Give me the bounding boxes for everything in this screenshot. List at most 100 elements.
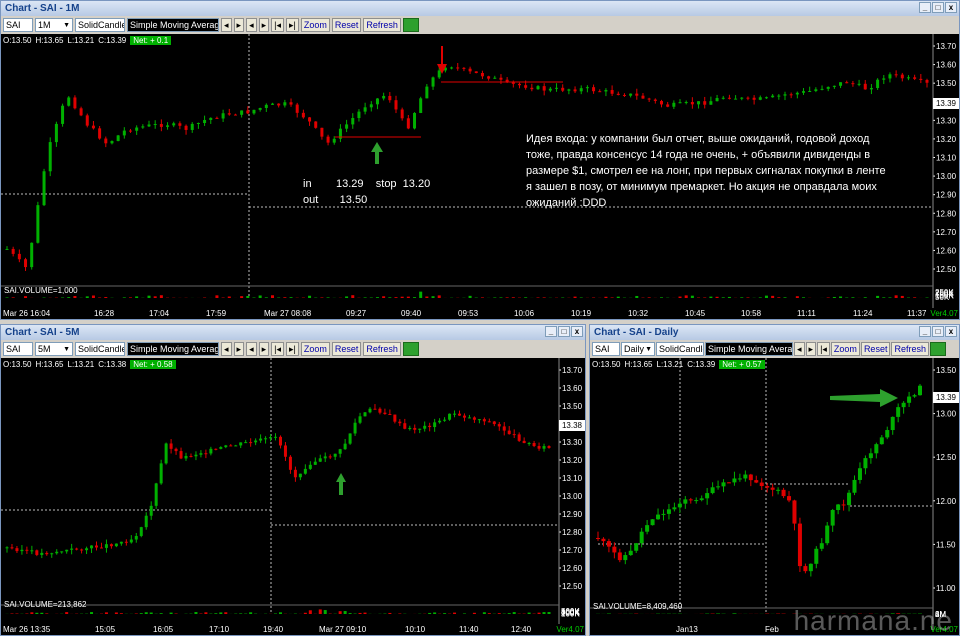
nav-left-button[interactable]: ◂ [221,18,232,32]
candle [612,546,617,553]
study-select[interactable]: Simple Moving Average▼ [127,18,219,32]
candle [383,412,387,415]
candle [431,77,435,87]
candle [606,541,611,547]
candle [85,115,89,126]
candle [318,458,322,462]
volume-bar [35,612,39,614]
volume-bar [678,296,682,298]
scroll-end-button[interactable]: ▸| [285,342,299,356]
nav-right-button[interactable]: ▸ [233,18,245,32]
candle [777,95,781,97]
zoom-button[interactable]: Zoom [300,342,330,356]
reset-button[interactable]: Reset [331,18,362,32]
zoom-button[interactable]: Zoom [830,342,860,356]
reset-button[interactable]: Reset [331,342,362,356]
maximize-button[interactable]: □ [932,326,944,337]
nav-left-button[interactable]: ◂ [794,342,805,356]
minimize-button[interactable]: _ [545,326,557,337]
close-button[interactable]: x [571,326,583,337]
nav-left-button[interactable]: ◂ [221,342,232,356]
volume-bar [343,611,347,614]
candle [264,438,268,440]
candle [264,104,268,108]
candle [825,525,830,544]
volume-bar [358,612,362,614]
price-chart-5m[interactable]: 13.7013.6013.5013.4013.3013.2013.1013.00… [1,358,585,625]
chart-type-select[interactable]: SolidCandle▼ [75,342,125,356]
symbol-input[interactable]: SAI [592,342,620,356]
candle [343,443,347,450]
chart-settings-icon[interactable] [929,342,946,356]
volume-bar [128,297,132,298]
study-select[interactable]: Simple Moving Average▼ [705,342,793,356]
candle [423,425,427,429]
refresh-button[interactable]: Refresh [891,342,929,356]
scroll-left-button[interactable]: ◂ [246,342,257,356]
scroll-right-button[interactable]: ▸ [258,342,270,356]
scroll-end-button[interactable]: ▸| [285,18,299,32]
minimize-button[interactable]: _ [919,326,931,337]
interval-select[interactable]: 1M ▼ [35,18,73,32]
scroll-start-button[interactable]: |◂ [271,342,284,356]
volume-bar [832,296,836,298]
zoom-button[interactable]: Zoom [300,18,330,32]
scroll-left-button[interactable]: ◂ [246,18,257,32]
price-chart-daily[interactable]: 13.5013.0012.5012.0011.5011.006M4M2M [590,358,959,625]
symbol-input[interactable]: SAI [3,18,33,32]
volume-bar [537,612,541,614]
nav-right-button[interactable]: ▸ [233,342,245,356]
interval-select[interactable]: 5M ▼ [35,342,73,356]
candle [814,89,818,91]
volume-bar [437,295,441,298]
candle [857,83,861,85]
nav-right-button[interactable]: ▸ [805,342,817,356]
highlight-arrow-icon [830,389,898,407]
symbol-input[interactable]: SAI [3,342,33,356]
chart-settings-icon[interactable] [402,18,419,32]
close-button[interactable]: x [945,2,957,13]
chart-type-select[interactable]: SolidCandle▼ [75,18,125,32]
candle [373,408,377,410]
candle [748,474,753,481]
candle [727,97,731,99]
candle [666,104,670,107]
refresh-button[interactable]: Refresh [363,18,401,32]
volume-bar [453,612,457,614]
candle [896,407,901,417]
candle [650,519,655,526]
study-select[interactable]: Simple Moving Average▼ [127,342,219,356]
candle [759,482,764,487]
chart-type-select[interactable]: SolidCandle▼ [656,342,704,356]
candle [67,97,71,106]
time-tick-label: 10:32 [628,309,649,318]
volume-bar [727,296,731,298]
price-tick-label: 11.50 [936,540,956,549]
candle [758,97,762,100]
minimize-button[interactable]: _ [919,2,931,13]
window-title-text: Chart - SAI - 1M [5,3,80,14]
close-button[interactable]: x [945,326,957,337]
candle [912,395,917,397]
price-tick-label: 12.70 [936,228,957,237]
volume-bar [771,295,775,298]
candle [468,68,472,72]
scroll-start-button[interactable]: |◂ [271,18,284,32]
candle [617,552,622,561]
time-tick-label: 11:40 [459,625,479,634]
candle [764,97,768,99]
maximize-button[interactable]: □ [558,326,570,337]
reset-button[interactable]: Reset [860,342,891,356]
maximize-button[interactable]: □ [932,2,944,13]
candle [836,504,841,511]
volume-bar [715,296,719,298]
interval-select[interactable]: Daily ▼ [621,342,655,356]
refresh-button[interactable]: Refresh [363,342,401,356]
scroll-right-button[interactable]: ▸ [258,18,270,32]
candle [369,104,373,108]
scroll-start-button[interactable]: |◂ [817,342,830,356]
candle [283,102,287,106]
candle [819,543,824,549]
candle [129,539,133,543]
chart-settings-icon[interactable] [402,342,419,356]
